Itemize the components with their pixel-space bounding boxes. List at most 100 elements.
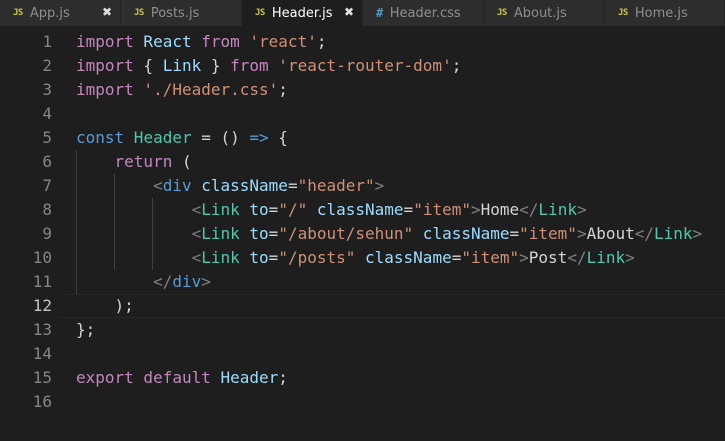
attribute-name: to [239,200,269,219]
line-number: 5 [42,128,52,147]
close-icon[interactable]: ✖ [102,5,112,19]
code-line[interactable]: <Link to="/" className="item">Home</Link… [76,198,725,222]
string: "item" [461,248,520,267]
tag-bracket: </ [567,248,587,267]
tag-name: div [172,272,202,291]
tag-bracket: < [191,248,202,267]
code-line-empty[interactable] [76,342,725,366]
tag-bracket: < [191,200,202,219]
tag-name: Link [201,224,240,243]
tag-bracket: > [201,272,211,291]
tag-bracket: < [191,224,202,243]
tag-name: Link [654,224,693,243]
javascript-file-icon: JS [497,8,507,18]
code-line[interactable]: <div className="header"> [76,174,725,198]
line-number: 8 [42,200,52,219]
keyword: return [114,152,173,171]
string: './Header.css' [133,80,279,99]
editor-tab-bar: JS App.js ✖ JS Posts.js JS Header.js ✖ #… [0,0,725,26]
code-line[interactable]: export default Header; [76,366,725,390]
tag-bracket: </ [634,224,655,243]
keyword: import [76,56,134,75]
string: "item" [519,224,577,243]
line-number: 15 [32,368,52,387]
punctuation: } [201,56,231,75]
tag-name: Link [201,248,240,267]
line-number: 10 [32,248,52,267]
keyword: from [201,32,240,51]
tab-label: Posts.js [150,5,200,21]
tab-header-js[interactable]: JS Header.js ✖ [242,0,363,26]
code-line[interactable]: </div> [76,270,725,294]
keyword: import [76,32,134,51]
punctuation: = [268,200,279,219]
attribute-name: className [413,224,510,243]
code-line[interactable]: }; [76,318,725,342]
tag-bracket: > [576,200,587,219]
line-number: 9 [42,224,52,243]
punctuation: ( [172,152,192,171]
javascript-file-icon: JS [255,8,265,18]
keyword: import [76,80,134,99]
tab-posts-js[interactable]: JS Posts.js [121,0,242,26]
code-line[interactable]: return ( [76,150,725,174]
close-icon[interactable]: ✖ [344,5,354,19]
code-line[interactable]: const Header = () => { [76,126,725,150]
punctuation: { [133,56,163,75]
tab-label: About.js [513,5,567,21]
punctuation: = [268,224,279,243]
punctuation: { [268,128,288,147]
code-line[interactable]: import './Header.css'; [76,78,725,102]
tag-bracket: > [625,248,635,267]
tab-label: Header.css [389,5,461,21]
identifier: Header [124,128,192,147]
punctuation: = [509,224,520,243]
code-line[interactable]: <Link to="/about/sehun" className="item"… [76,222,725,246]
tag-name: Link [586,248,626,267]
punctuation: = [268,248,279,267]
punctuation: ); [114,296,134,315]
identifier: Header [210,368,279,387]
line-number-gutter: 1 2 3 4 5 6 7 8 9 10 11 12 13 14 15 16 [0,30,52,414]
code-line[interactable]: <Link to="/posts" className="item">Post<… [76,246,725,270]
attribute-name: className [355,248,452,267]
attribute-name: to [239,224,269,243]
code-lines[interactable]: import React from 'react'; import { Link… [76,30,725,414]
line-number: 16 [32,392,52,411]
punctuation: = [451,248,462,267]
code-line-empty[interactable] [76,102,725,126]
punctuation: ; [278,368,288,387]
tab-header-css[interactable]: # Header.css [363,0,484,26]
attribute-name: to [239,248,269,267]
attribute-name: className [307,200,404,219]
code-line[interactable]: import React from 'react'; [76,30,725,54]
line-number: 4 [42,104,52,123]
code-line[interactable]: import { Link } from 'react-router-dom'; [76,54,725,78]
tab-label: App.js [29,5,70,21]
tab-home-js[interactable]: JS Home.js [605,0,725,26]
code-editor[interactable]: 1 2 3 4 5 6 7 8 9 10 11 12 13 14 15 16 i… [0,26,725,441]
punctuation: = () [191,128,250,147]
punctuation: ; [316,32,327,51]
jsx-text: Home [480,200,520,219]
tag-bracket: </ [153,272,173,291]
tab-app-js[interactable]: JS App.js ✖ [0,0,121,26]
keyword: export [76,368,134,387]
tab-about-js[interactable]: JS About.js [484,0,605,26]
string: "/posts" [278,248,356,267]
jsx-text: About [586,224,635,243]
line-number: 6 [42,152,52,171]
line-number: 2 [42,56,52,75]
punctuation: = [287,176,298,195]
code-line-empty[interactable] [76,390,725,414]
tab-label: Home.js [634,5,688,21]
line-number: 3 [42,80,52,99]
tag-bracket: < [153,176,163,195]
line-number: 14 [32,344,52,363]
code-line-current[interactable]: ); [76,294,725,318]
